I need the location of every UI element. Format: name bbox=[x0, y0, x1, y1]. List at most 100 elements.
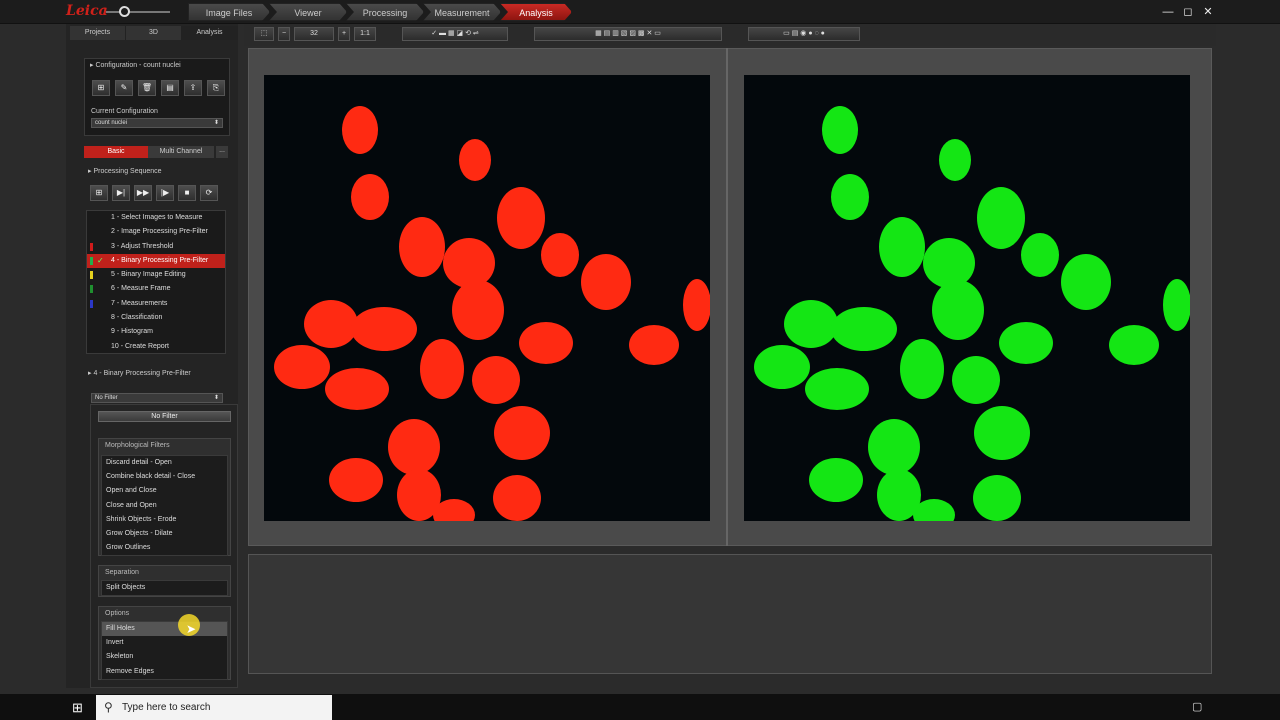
sequence-step-9[interactable]: 9 - Histogram bbox=[87, 325, 225, 339]
sequence-controls: ⊞ ▶| ▶▶ |▶ ■ ⟳ bbox=[90, 185, 218, 201]
workflow-step-image-files[interactable]: Image Files bbox=[188, 3, 270, 21]
option-invert[interactable]: Invert bbox=[102, 636, 227, 650]
search-icon: ⚲ bbox=[104, 700, 113, 714]
nuclei-green bbox=[754, 106, 1190, 521]
options-group: Options Fill Holes Invert Skeleton Remov… bbox=[98, 606, 231, 680]
options-list: Fill Holes Invert Skeleton Remove Edges bbox=[101, 621, 228, 680]
notification-icon[interactable]: ▢ bbox=[1192, 700, 1202, 713]
filter-dropdown[interactable]: No Filter bbox=[91, 393, 223, 403]
brightness-slider-knob[interactable] bbox=[119, 6, 130, 17]
separation-list: Split Objects bbox=[101, 580, 228, 597]
zoom-out-icon[interactable]: − bbox=[278, 27, 290, 41]
actual-size-icon[interactable]: 1:1 bbox=[354, 27, 376, 41]
save-config-icon[interactable]: ▤ bbox=[161, 80, 179, 96]
sequence-step-label: 1 - Select Images to Measure bbox=[111, 214, 203, 221]
workflow-step-viewer[interactable]: Viewer bbox=[269, 3, 347, 21]
viewer-divider[interactable] bbox=[726, 48, 728, 546]
left-tabs: Projects 3D Analysis bbox=[70, 26, 238, 40]
morphological-filters-list: Discard detail - Open Combine black deta… bbox=[101, 455, 228, 557]
brightness-slider-track[interactable] bbox=[106, 11, 170, 13]
step-icon[interactable]: |▶ bbox=[156, 185, 174, 201]
layout-tools[interactable]: ▦ ▤ ▥ ▧ ▨ ▩ ✕ ▭ bbox=[534, 27, 722, 41]
sequence-step-10[interactable]: 10 - Create Report bbox=[87, 340, 225, 354]
export-config-icon[interactable]: ⇪ bbox=[184, 80, 202, 96]
current-configuration-dropdown[interactable]: count nuclei bbox=[91, 118, 223, 128]
fast-forward-icon[interactable]: ▶▶ bbox=[134, 185, 152, 201]
sequence-step-3[interactable]: 3 - Adjust Threshold bbox=[87, 240, 225, 254]
display-tools[interactable]: ▭ ▤ ◉ ● ◌ ● bbox=[748, 27, 860, 41]
mouse-pointer-icon: ➤ bbox=[186, 622, 197, 636]
step-color-marker bbox=[90, 285, 93, 294]
sequence-step-6[interactable]: 6 - Measure Frame bbox=[87, 282, 225, 296]
sequence-step-2[interactable]: 2 - Image Processing Pre-Filter bbox=[87, 225, 225, 239]
sequence-step-label: 5 - Binary Image Editing bbox=[111, 271, 186, 279]
filter-discard-detail-open[interactable]: Discard detail - Open bbox=[102, 456, 227, 470]
option-remove-edges[interactable]: Remove Edges bbox=[102, 665, 227, 679]
step-forward-icon[interactable]: ▶| bbox=[112, 185, 130, 201]
fit-icon[interactable]: ⬚ bbox=[254, 27, 274, 41]
sequence-step-label: 6 - Measure Frame bbox=[111, 285, 171, 293]
tab-analysis[interactable]: Analysis bbox=[182, 26, 238, 40]
sequence-step-5[interactable]: 5 - Binary Image Editing bbox=[87, 268, 225, 282]
step-color-marker bbox=[90, 314, 93, 322]
filter-open-and-close[interactable]: Open and Close bbox=[102, 484, 227, 498]
step-color-marker bbox=[90, 228, 93, 236]
tab-projects[interactable]: Projects bbox=[70, 26, 126, 40]
processing-sequence-header: ▸ Processing Sequence bbox=[88, 168, 162, 175]
close-icon[interactable]: ✕ bbox=[1200, 4, 1216, 20]
filter-combine-black-detail-close[interactable]: Combine black detail - Close bbox=[102, 470, 227, 484]
filter-close-and-open[interactable]: Close and Open bbox=[102, 499, 227, 513]
checkmark-icon: ✓ bbox=[97, 255, 104, 265]
sequence-step-1[interactable]: 1 - Select Images to Measure bbox=[87, 211, 225, 225]
stop-icon[interactable]: ■ bbox=[178, 185, 196, 201]
refresh-icon[interactable]: ⟳ bbox=[200, 185, 218, 201]
import-config-icon[interactable]: ⎘ bbox=[207, 80, 225, 96]
workflow-step-measurement[interactable]: Measurement bbox=[423, 3, 501, 21]
binary-image-right[interactable] bbox=[744, 75, 1190, 521]
taskbar-search-input[interactable]: Type here to search bbox=[96, 695, 332, 720]
threshold-image-left[interactable] bbox=[264, 75, 710, 521]
step-color-marker bbox=[90, 328, 93, 336]
step-color-marker bbox=[90, 242, 93, 251]
processing-sequence-header-text: Processing Sequence bbox=[93, 168, 162, 175]
no-filter-option[interactable]: No Filter bbox=[98, 411, 231, 422]
sequence-new-icon[interactable]: ⊞ bbox=[90, 185, 108, 201]
mode-tab-basic[interactable]: Basic bbox=[84, 146, 148, 158]
windows-start-icon[interactable]: ⊞ bbox=[72, 700, 83, 716]
step-color-marker bbox=[90, 343, 93, 351]
tab-3d[interactable]: 3D bbox=[126, 26, 182, 40]
maximize-icon[interactable]: ◻ bbox=[1180, 4, 1196, 20]
mode-tab-multi-channel[interactable]: Multi Channel bbox=[148, 146, 214, 158]
sequence-step-label: 4 - Binary Processing Pre-Filter bbox=[111, 256, 209, 264]
configuration-toolbar: ⊞ ✎ 🗑 ▤ ⇪ ⎘ bbox=[92, 80, 225, 96]
filter-grow-outlines[interactable]: Grow Outlines bbox=[102, 541, 227, 555]
sequence-step-8[interactable]: 8 - Classification bbox=[87, 311, 225, 325]
step-color-marker bbox=[90, 256, 93, 265]
configuration-header-text: Configuration - count nuclei bbox=[95, 62, 181, 69]
edit-config-icon[interactable]: ✎ bbox=[115, 80, 133, 96]
nuclei-green-svg bbox=[754, 106, 1190, 521]
new-config-icon[interactable]: ⊞ bbox=[92, 80, 110, 96]
step-color-marker bbox=[90, 214, 93, 222]
minimize-icon[interactable]: — bbox=[1160, 4, 1176, 20]
workflow-step-processing[interactable]: Processing bbox=[346, 3, 424, 21]
filter-shrink-objects-erode[interactable]: Shrink Objects - Erode bbox=[102, 513, 227, 527]
workflow-step-analysis[interactable]: Analysis bbox=[500, 3, 572, 21]
nuclei-red bbox=[274, 106, 710, 521]
sequence-step-4[interactable]: ✓ 4 - Binary Processing Pre-Filter bbox=[87, 253, 225, 269]
overlay-tools[interactable]: ✓ ▬ ▦ ◪ ⟲ ⇌ bbox=[402, 27, 508, 41]
separation-group: Separation Split Objects bbox=[98, 565, 231, 597]
sequence-step-label: 7 - Measurements bbox=[111, 299, 168, 307]
morphological-filters-group: Morphological Filters Discard detail - O… bbox=[98, 438, 231, 557]
mode-more-button[interactable]: ... bbox=[216, 146, 228, 158]
delete-config-icon[interactable]: 🗑 bbox=[138, 80, 156, 96]
option-skeleton[interactable]: Skeleton bbox=[102, 650, 227, 664]
filter-split-objects[interactable]: Split Objects bbox=[102, 581, 227, 595]
filter-grow-objects-dilate[interactable]: Grow Objects - Dilate bbox=[102, 527, 227, 541]
zoom-field[interactable]: 32 bbox=[294, 27, 334, 41]
lower-panel bbox=[248, 554, 1212, 674]
options-title: Options bbox=[105, 610, 130, 617]
option-fill-holes[interactable]: Fill Holes bbox=[102, 622, 227, 637]
zoom-in-icon[interactable]: + bbox=[338, 27, 350, 41]
sequence-step-7[interactable]: 7 - Measurements bbox=[87, 297, 225, 311]
